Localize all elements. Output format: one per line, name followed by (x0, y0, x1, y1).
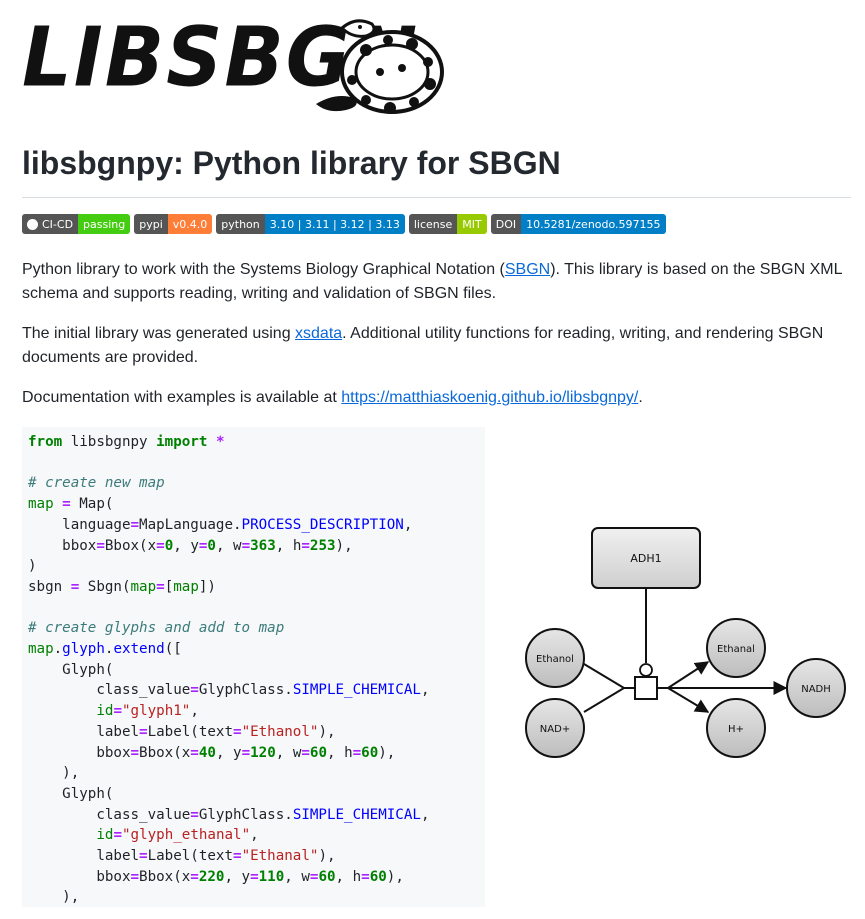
sbgn-diagram: ADH1 Ethanol NAD+ Ethanal H+ NADH (525, 527, 846, 758)
ethanol-label: Ethanol (536, 654, 574, 665)
license-badge-label: license (408, 214, 458, 234)
pypi-badge-value: v0.4.0 (167, 214, 213, 234)
ethanal-label: Ethanal (717, 644, 755, 655)
page-title: libsbgnpy: Python library for SBGN (22, 145, 561, 181)
github-icon (27, 218, 38, 230)
python-badge-value: 3.10 | 3.11 | 3.12 | 3.13 (264, 214, 405, 234)
python-badge-label: python (216, 214, 265, 234)
production-arc-h (667, 687, 710, 713)
documentation-link[interactable]: https://matthiaskoenig.github.io/libsbgn… (341, 389, 638, 406)
sbgn-link[interactable]: SBGN (505, 261, 550, 278)
process-node (634, 676, 658, 700)
production-arc-ethanal (667, 661, 710, 689)
pypi-badge-label: pypi (134, 214, 168, 234)
h-label: H+ (728, 724, 744, 735)
badge-row: CI-CD passing pypi v0.4.0 python 3.10 | … (22, 214, 666, 234)
macromolecule-label: ADH1 (630, 552, 661, 565)
catalysis-marker (639, 663, 653, 677)
generation-text-start: The initial library was generated using (22, 325, 296, 342)
code-content: from libsbgnpy import * # create new map… (28, 434, 430, 906)
snake-logo-icon (316, 19, 444, 114)
intro-text-start: Python library to work with the Systems … (22, 261, 505, 278)
consumption-arc-ethanol (583, 663, 625, 689)
license-badge-value: MIT (457, 214, 487, 234)
generation-paragraph: The initial library was generated using … (22, 322, 852, 370)
documentation-text-end: . (638, 389, 643, 406)
doi-badge-label: DOI (490, 214, 522, 234)
consumption-arc-nad (583, 687, 625, 713)
intro-paragraph: Python library to work with the Systems … (22, 258, 852, 306)
documentation-paragraph: Documentation with examples is available… (22, 386, 852, 410)
license-badge[interactable]: license MIT (408, 214, 487, 234)
xsdata-link[interactable]: xsdata (295, 325, 342, 342)
python-badge[interactable]: python 3.10 | 3.11 | 3.12 | 3.13 (216, 214, 405, 234)
nad-label: NAD+ (540, 724, 570, 735)
code-block[interactable]: from libsbgnpy import * # create new map… (22, 427, 485, 907)
pypi-badge[interactable]: pypi v0.4.0 (134, 214, 213, 234)
libsbgn-logo: LIBSBGN (22, 12, 444, 116)
ci-cd-badge-value: passing (78, 214, 131, 234)
doi-badge[interactable]: DOI 10.5281/zenodo.597155 (490, 214, 666, 234)
doi-badge-value: 10.5281/zenodo.597155 (521, 214, 666, 234)
ci-cd-badge[interactable]: CI-CD passing (22, 214, 131, 234)
nadh-label: NADH (801, 684, 831, 695)
documentation-text-start: Documentation with examples is available… (22, 389, 342, 406)
title-divider (22, 197, 851, 198)
